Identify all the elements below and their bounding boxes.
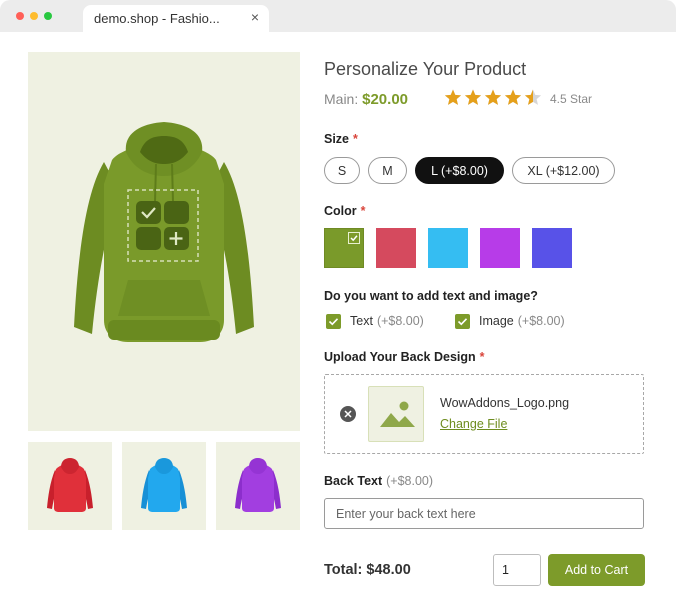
color-label-text: Color: [324, 204, 357, 218]
quantity-input[interactable]: [493, 554, 541, 586]
size-option-m[interactable]: M: [368, 157, 407, 184]
star-full-icon: [464, 89, 482, 105]
browser-chrome: demo.shop - Fashio... ×: [0, 0, 676, 32]
tab-title: demo.shop - Fashio...: [94, 11, 220, 26]
required-mark: *: [360, 204, 366, 218]
addons-question: Do you want to add text and image?: [324, 289, 538, 303]
blue-hoodie-image: [141, 458, 187, 512]
change-file-link[interactable]: Change File: [440, 417, 507, 431]
checkbox-checked-icon[interactable]: [326, 313, 341, 329]
required-mark: *: [353, 132, 358, 146]
upload-dropzone[interactable]: WowAddons_Logo.png Change File: [324, 374, 644, 454]
hoodie-image: [74, 122, 254, 342]
color-swatch-red[interactable]: [376, 228, 416, 268]
browser-tab[interactable]: demo.shop - Fashio... ×: [83, 5, 269, 32]
color-swatch-purple[interactable]: [480, 228, 520, 268]
size-label-text: Size: [324, 132, 350, 146]
price-label: Main:: [324, 91, 359, 107]
size-option-s[interactable]: S: [324, 157, 360, 184]
purple-hoodie-image: [235, 458, 281, 512]
order-total: Total: $48.00: [324, 562, 411, 578]
window-minimize-dot[interactable]: [30, 12, 38, 20]
upload-label-text: Upload Your Back Design: [324, 350, 476, 364]
uploaded-file-name: WowAddons_Logo.png: [440, 396, 570, 410]
price-row: Main: $20.00: [324, 91, 408, 108]
addon-image-label: Image: [479, 314, 514, 328]
addon-text-option[interactable]: Text (+$8.00): [326, 313, 424, 329]
thumbnail-blue-hoodie[interactable]: [122, 442, 206, 530]
price-value: $20.00: [362, 91, 409, 108]
star-full-icon: [445, 89, 462, 105]
back-text-price: (+$8.00): [386, 474, 434, 488]
addon-text-label: Text: [350, 314, 373, 328]
window-close-dot[interactable]: [16, 12, 24, 20]
red-hoodie-image: [47, 458, 93, 512]
main-product-image: [28, 52, 300, 431]
color-label: Color *: [324, 204, 366, 218]
upload-label: Upload Your Back Design *: [324, 350, 485, 364]
stars-icon: [445, 89, 542, 105]
color-swatch-indigo[interactable]: [532, 228, 572, 268]
checkbox-checked-icon[interactable]: [455, 313, 470, 329]
required-mark: *: [479, 350, 485, 364]
color-swatch-green[interactable]: [324, 228, 364, 268]
add-to-cart-button[interactable]: Add to Cart: [548, 554, 645, 586]
size-option-xl[interactable]: XL (+$12.00): [512, 157, 615, 184]
back-text-label: Back Text (+$8.00): [324, 474, 433, 488]
addon-text-price: (+$8.00): [376, 314, 424, 328]
size-option-l[interactable]: L (+$8.00): [415, 157, 504, 184]
star-full-icon: [484, 89, 502, 105]
addon-image-option[interactable]: Image (+$8.00): [455, 313, 565, 329]
star-full-icon: [504, 89, 522, 105]
size-label: Size *: [324, 132, 358, 146]
back-text-input[interactable]: [324, 498, 644, 529]
addon-image-price: (+$8.00): [517, 314, 565, 328]
check-icon: [348, 232, 360, 244]
window-zoom-dot[interactable]: [44, 12, 52, 20]
rating-text: 4.5 Star: [550, 92, 593, 106]
remove-file-icon[interactable]: [340, 406, 356, 422]
color-swatch-blue[interactable]: [428, 228, 468, 268]
back-text-label-text: Back Text: [324, 474, 383, 488]
star-rating: [445, 88, 545, 108]
thumbnail-purple-hoodie[interactable]: [216, 442, 300, 530]
tab-close-icon[interactable]: ×: [251, 10, 259, 24]
thumbnail-red-hoodie[interactable]: [28, 442, 112, 530]
product-title: Personalize Your Product: [324, 59, 527, 79]
image-placeholder-icon: [368, 386, 424, 442]
